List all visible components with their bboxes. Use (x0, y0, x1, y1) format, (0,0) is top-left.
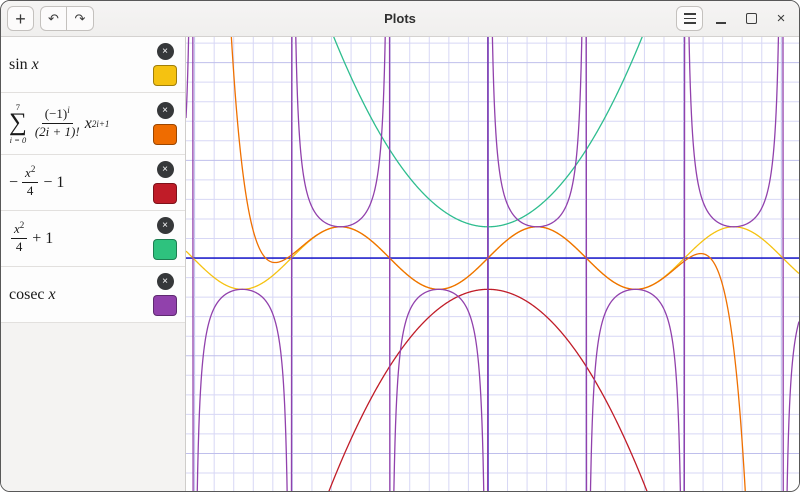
row-controls: × (153, 217, 177, 260)
color-swatch[interactable] (153, 295, 177, 316)
minimize-icon (716, 22, 726, 24)
undo-redo-group: ↶ ↷ (40, 6, 94, 31)
fraction: (−1)i (2i + 1)! (32, 107, 83, 140)
close-icon: × (162, 273, 168, 290)
delete-function-button[interactable]: × (157, 43, 174, 60)
color-swatch[interactable] (153, 183, 177, 204)
maximize-icon (746, 13, 757, 24)
plot-canvas[interactable] (186, 37, 799, 491)
formula-text: 4 (24, 183, 37, 199)
window-title: Plots (384, 11, 416, 26)
formula-text: x (32, 56, 39, 74)
function-row-sin: sinx × (1, 37, 185, 93)
redo-button[interactable]: ↷ (67, 6, 94, 31)
delete-function-button[interactable]: × (157, 102, 174, 119)
undo-icon: ↶ (48, 11, 59, 27)
formula-cosec[interactable]: cosecx (9, 286, 56, 304)
main-content: sinx × 7 ∑ i = 0 (−1)i (2i + (1, 37, 799, 491)
formula-text: − 1 (43, 174, 64, 192)
delete-function-button[interactable]: × (157, 217, 174, 234)
maximize-button[interactable] (739, 7, 763, 31)
color-swatch[interactable] (153, 239, 177, 260)
hamburger-menu-icon (684, 13, 696, 24)
function-row-cosec: cosecx × (1, 267, 185, 323)
redo-icon: ↷ (75, 11, 86, 27)
formula-positive-parabola[interactable]: x2 4 + 1 (9, 222, 53, 255)
minimize-button[interactable] (709, 7, 733, 31)
formula-text: 2 (31, 164, 36, 174)
formula-text: i (67, 105, 70, 115)
plus-icon: + (15, 10, 26, 28)
row-controls: × (153, 273, 177, 316)
formula-text: x (49, 286, 56, 304)
close-icon: × (162, 217, 168, 234)
curve-2 (186, 289, 799, 491)
formula-text: sin (9, 56, 28, 74)
function-row-positive-parabola: x2 4 + 1 × (1, 211, 185, 267)
curve-4 (186, 37, 799, 491)
sum-lower-limit: i = 0 (10, 135, 27, 145)
formula-taylor-sum[interactable]: 7 ∑ i = 0 (−1)i (2i + 1)! x2i+1 (9, 102, 109, 145)
delete-function-button[interactable]: × (157, 273, 174, 290)
color-swatch[interactable] (153, 65, 177, 86)
formula-negative-parabola[interactable]: − x2 4 − 1 (9, 166, 64, 199)
row-controls: × (153, 102, 177, 145)
summation: 7 ∑ i = 0 (9, 102, 27, 145)
function-row-negative-parabola: − x2 4 − 1 × (1, 155, 185, 211)
menu-button[interactable] (676, 6, 703, 31)
color-swatch[interactable] (153, 124, 177, 145)
delete-function-button[interactable]: × (157, 161, 174, 178)
plots-app-window: + ↶ ↷ Plots × (0, 0, 800, 492)
close-icon: × (162, 43, 168, 60)
header-left-controls: + ↶ ↷ (7, 6, 94, 31)
sigma-icon: ∑ (9, 112, 27, 135)
formula-text: 2 (20, 220, 25, 230)
formula-text: − (9, 174, 18, 192)
formula-text: (2i + 1)! (32, 124, 83, 140)
header-right-controls: × (676, 6, 793, 31)
function-list-sidebar: sinx × 7 ∑ i = 0 (−1)i (2i + (1, 37, 186, 491)
row-controls: × (153, 161, 177, 204)
close-button[interactable]: × (769, 7, 793, 31)
curve-1 (186, 37, 799, 491)
formula-text: x (85, 115, 92, 133)
undo-button[interactable]: ↶ (40, 6, 67, 31)
fraction: x2 4 (11, 222, 27, 255)
fraction: x2 4 (22, 166, 38, 199)
close-icon: × (162, 102, 168, 119)
add-function-button[interactable]: + (7, 6, 34, 31)
header-bar: + ↶ ↷ Plots × (1, 1, 799, 37)
function-row-taylor-sum: 7 ∑ i = 0 (−1)i (2i + 1)! x2i+1 × (1, 93, 185, 155)
formula-text: + 1 (32, 230, 53, 248)
formula-text: (−1) (45, 106, 68, 121)
row-controls: × (153, 43, 177, 86)
formula-sin[interactable]: sinx (9, 56, 39, 74)
plot-area[interactable] (186, 37, 799, 491)
close-icon: × (777, 10, 786, 27)
formula-text: cosec (9, 286, 45, 304)
formula-text: 4 (13, 239, 26, 255)
close-icon: × (162, 161, 168, 178)
